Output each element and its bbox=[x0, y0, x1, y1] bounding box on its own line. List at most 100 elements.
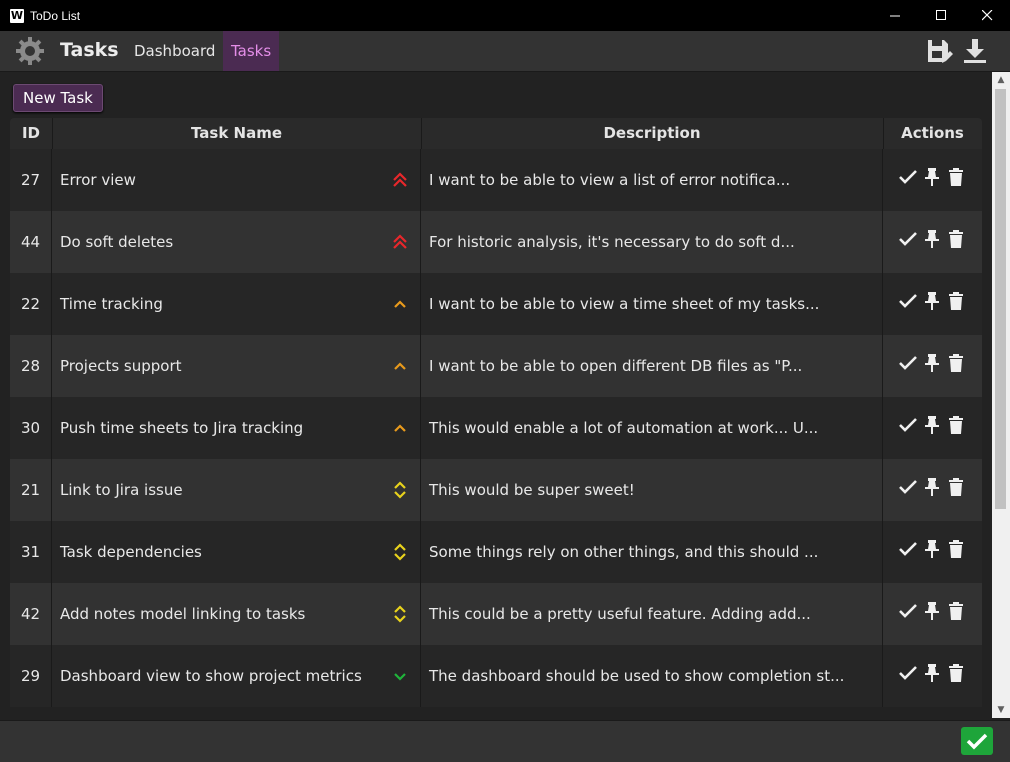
download-icon[interactable] bbox=[962, 37, 988, 65]
trash-icon[interactable] bbox=[947, 601, 965, 621]
table-row[interactable]: 30 Push time sheets to Jira tracking This … bbox=[10, 397, 982, 459]
task-actions bbox=[883, 397, 982, 459]
close-button[interactable] bbox=[964, 0, 1010, 31]
complete-check-icon[interactable] bbox=[899, 415, 917, 435]
pin-icon[interactable] bbox=[923, 229, 941, 249]
table-row[interactable]: 44 Do soft deletes For historic analysis, … bbox=[10, 211, 982, 273]
complete-check-icon[interactable] bbox=[899, 539, 917, 559]
task-name-text: Dashboard view to show project metrics bbox=[60, 667, 362, 685]
app-icon: W bbox=[10, 8, 24, 23]
table-row[interactable]: 22 Time tracking I want to be able to view… bbox=[10, 273, 982, 335]
trash-icon[interactable] bbox=[947, 539, 965, 559]
pin-icon[interactable] bbox=[923, 167, 941, 187]
table-row[interactable]: 42 Add notes model linking to tasks This c… bbox=[10, 583, 982, 645]
pin-icon[interactable] bbox=[923, 291, 941, 311]
task-name: Time tracking bbox=[52, 273, 421, 335]
task-name-text: Push time sheets to Jira tracking bbox=[60, 419, 304, 437]
trash-icon[interactable] bbox=[947, 353, 965, 373]
task-description: This would enable a lot of automation at… bbox=[421, 397, 883, 459]
table-row[interactable]: 27 Error view I want to be able to view a … bbox=[10, 149, 982, 211]
task-id: 28 bbox=[10, 335, 52, 397]
task-description: The dashboard should be used to show com… bbox=[421, 645, 883, 707]
maximize-icon bbox=[935, 10, 946, 20]
task-description: This would be super sweet! bbox=[421, 459, 883, 521]
complete-check-icon[interactable] bbox=[899, 477, 917, 497]
header-id[interactable]: ID bbox=[10, 118, 53, 149]
task-description: For historic analysis, it's necessary to… bbox=[421, 211, 883, 273]
save-edit-icon[interactable] bbox=[925, 37, 953, 65]
priority-medium-icon bbox=[394, 481, 406, 499]
confirm-button[interactable] bbox=[961, 727, 993, 755]
pin-icon[interactable] bbox=[923, 663, 941, 683]
task-description: I want to be able to open different DB f… bbox=[421, 335, 883, 397]
task-description: This could be a pretty useful feature. A… bbox=[421, 583, 883, 645]
pin-icon[interactable] bbox=[923, 353, 941, 373]
task-name-text: Do soft deletes bbox=[60, 233, 174, 251]
task-id: 31 bbox=[10, 521, 52, 583]
task-id: 42 bbox=[10, 583, 52, 645]
header-description[interactable]: Description bbox=[421, 118, 884, 149]
scroll-down-icon[interactable]: ▼ bbox=[992, 702, 1010, 718]
table-row[interactable]: 21 Link to Jira issue This would be super … bbox=[10, 459, 982, 521]
nav-dashboard[interactable]: Dashboard bbox=[126, 31, 223, 71]
task-name-text: Task dependencies bbox=[60, 543, 202, 561]
task-description: I want to be able to view a list of erro… bbox=[421, 149, 883, 211]
priority-medium-icon bbox=[394, 543, 406, 561]
trash-icon[interactable] bbox=[947, 477, 965, 497]
maximize-button[interactable] bbox=[918, 0, 964, 31]
task-id: 44 bbox=[10, 211, 52, 273]
table-row[interactable]: 28 Projects support I want to be able to o… bbox=[10, 335, 982, 397]
scroll-up-icon[interactable]: ▲ bbox=[992, 72, 1010, 88]
trash-icon[interactable] bbox=[947, 663, 965, 683]
trash-icon[interactable] bbox=[947, 415, 965, 435]
task-name: Task dependencies bbox=[52, 521, 421, 583]
scrollbar-thumb[interactable] bbox=[995, 89, 1006, 509]
task-actions bbox=[883, 645, 982, 707]
task-name: Dashboard view to show project metrics bbox=[52, 645, 421, 707]
task-actions bbox=[883, 149, 982, 211]
task-actions bbox=[883, 459, 982, 521]
minimize-icon bbox=[889, 15, 900, 17]
task-actions bbox=[883, 583, 982, 645]
pin-icon[interactable] bbox=[923, 539, 941, 559]
header-task-name[interactable]: Task Name bbox=[52, 118, 422, 149]
task-name: Add notes model linking to tasks bbox=[52, 583, 421, 645]
table-row[interactable]: 31 Task dependencies Some things rely on o… bbox=[10, 521, 982, 583]
gear-icon[interactable] bbox=[15, 36, 45, 66]
task-actions bbox=[883, 211, 982, 273]
task-id: 22 bbox=[10, 273, 52, 335]
checkmark-icon bbox=[966, 733, 988, 750]
pin-icon[interactable] bbox=[923, 415, 941, 435]
table-row[interactable]: 29 Dashboard view to show project metrics… bbox=[10, 645, 982, 707]
complete-check-icon[interactable] bbox=[899, 291, 917, 311]
minimize-button[interactable] bbox=[872, 0, 918, 31]
task-name: Projects support bbox=[52, 335, 421, 397]
complete-check-icon[interactable] bbox=[899, 663, 917, 683]
priority-high-icon bbox=[394, 424, 406, 432]
task-name-text: Error view bbox=[60, 171, 136, 189]
priority-highest-icon bbox=[393, 234, 407, 249]
page-title: Tasks bbox=[60, 39, 119, 61]
window-titlebar: W ToDo List bbox=[0, 0, 1010, 31]
complete-check-icon[interactable] bbox=[899, 601, 917, 621]
complete-check-icon[interactable] bbox=[899, 229, 917, 249]
task-actions bbox=[883, 335, 982, 397]
scrollbar[interactable]: ▲ ▼ bbox=[992, 72, 1010, 718]
pin-icon[interactable] bbox=[923, 477, 941, 497]
priority-high-icon bbox=[394, 300, 406, 308]
trash-icon[interactable] bbox=[947, 229, 965, 249]
table-header: ID Task Name Description Actions bbox=[10, 118, 982, 149]
complete-check-icon[interactable] bbox=[899, 167, 917, 187]
tasks-table: ID Task Name Description Actions 27 Error… bbox=[10, 118, 982, 707]
task-name-text: Time tracking bbox=[60, 295, 163, 313]
table-body: 27 Error view I want to be able to view a … bbox=[10, 149, 982, 707]
trash-icon[interactable] bbox=[947, 291, 965, 311]
complete-check-icon[interactable] bbox=[899, 353, 917, 373]
pin-icon[interactable] bbox=[923, 601, 941, 621]
trash-icon[interactable] bbox=[947, 167, 965, 187]
task-id: 29 bbox=[10, 645, 52, 707]
task-id: 27 bbox=[10, 149, 52, 211]
task-description: Some things rely on other things, and th… bbox=[421, 521, 883, 583]
nav-tasks[interactable]: Tasks bbox=[223, 31, 280, 71]
task-id: 21 bbox=[10, 459, 52, 521]
